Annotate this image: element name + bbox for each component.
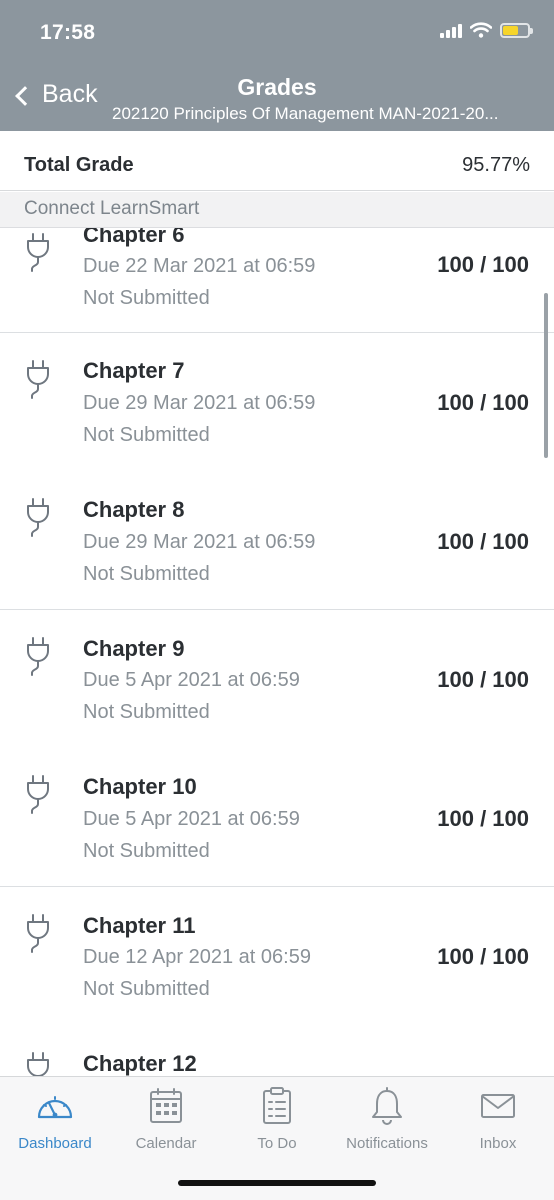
tab-inbox[interactable]: Inbox (443, 1087, 553, 1152)
item-title: Chapter 9 (83, 636, 185, 661)
item-title: Chapter 6 (83, 228, 185, 247)
tab-notifications[interactable]: Notifications (332, 1087, 442, 1152)
list-item[interactable]: Chapter 7 Due 29 Mar 2021 at 06:59 Not S… (0, 333, 554, 472)
wifi-icon (470, 22, 492, 38)
plug-icon (22, 497, 56, 537)
battery-icon (500, 22, 533, 38)
item-score: 100 / 100 (437, 667, 529, 692)
item-score: 100 / 100 (437, 390, 529, 415)
item-title: Chapter 10 (83, 774, 197, 799)
total-grade-value: 95.77% (462, 154, 530, 176)
item-title: Chapter 12 (83, 1051, 197, 1076)
item-score: 100 / 100 (437, 944, 529, 969)
status-icons (440, 22, 533, 38)
tab-dashboard[interactable]: Dashboard (0, 1087, 110, 1152)
plug-icon (22, 774, 56, 814)
item-status: Not Submitted (83, 701, 210, 723)
item-status: Not Submitted (83, 840, 210, 862)
cellular-signal-icon (440, 22, 462, 38)
tab-label: Dashboard (18, 1135, 92, 1152)
item-title: Chapter 11 (83, 913, 196, 938)
list-item[interactable]: Chapter 9 Due 5 Apr 2021 at 06:59 Not Su… (0, 610, 554, 749)
course-subtitle: 202120 Principles Of Management MAN-2021… (112, 104, 499, 123)
total-grade-row: Total Grade 95.77% (0, 131, 554, 191)
section-header: Connect LearnSmart (0, 192, 554, 228)
total-grade-label: Total Grade (24, 154, 134, 176)
list-item[interactable]: Chapter 6 Due 22 Mar 2021 at 06:59 Not S… (0, 228, 554, 333)
envelope-icon (481, 1094, 515, 1118)
tab-label: To Do (257, 1135, 297, 1152)
tab-label: Inbox (479, 1135, 517, 1152)
list-item[interactable]: Chapter 10 Due 5 Apr 2021 at 06:59 Not S… (0, 748, 554, 887)
plug-icon (22, 232, 56, 272)
status-time: 17:58 (40, 21, 96, 44)
tab-label: Calendar (135, 1135, 197, 1152)
item-status: Not Submitted (83, 424, 210, 446)
plug-icon (22, 913, 56, 953)
section-label: Connect LearnSmart (24, 198, 200, 219)
item-due-date: Due 5 Apr 2021 at 06:59 (83, 669, 300, 691)
item-due-date: Due 12 Apr 2021 at 06:59 (83, 946, 311, 968)
app-header: 17:58 Back Grades 202120 Principles Of M… (0, 0, 554, 131)
plug-icon (22, 636, 56, 676)
grades-list[interactable]: Chapter 6 Due 22 Mar 2021 at 06:59 Not S… (0, 228, 554, 1076)
item-due-date: Due 5 Apr 2021 at 06:59 (83, 808, 300, 830)
list-item[interactable]: Chapter 11 Due 12 Apr 2021 at 06:59 Not … (0, 887, 554, 1026)
list-item[interactable]: Chapter 12 (0, 1025, 554, 1076)
tab-todo[interactable]: To Do (222, 1087, 332, 1152)
plug-icon (22, 1051, 56, 1076)
item-title: Chapter 8 (83, 497, 185, 522)
dashboard-gauge-icon (37, 1096, 73, 1119)
scrollbar[interactable] (544, 293, 548, 458)
item-status: Not Submitted (83, 563, 210, 585)
item-title: Chapter 7 (83, 358, 185, 383)
item-score: 100 / 100 (437, 252, 529, 277)
page-title: Grades (237, 74, 317, 100)
item-score: 100 / 100 (437, 529, 529, 554)
home-indicator[interactable] (178, 1180, 376, 1186)
bell-icon (372, 1087, 402, 1125)
clipboard-icon (263, 1087, 291, 1124)
item-score: 100 / 100 (437, 806, 529, 831)
calendar-icon (150, 1088, 182, 1123)
item-status: Not Submitted (83, 978, 210, 1000)
item-due-date: Due 29 Mar 2021 at 06:59 (83, 531, 316, 553)
tab-calendar[interactable]: Calendar (111, 1087, 221, 1152)
list-item[interactable]: Chapter 8 Due 29 Mar 2021 at 06:59 Not S… (0, 471, 554, 610)
tab-label: Notifications (346, 1135, 428, 1152)
item-status: Not Submitted (83, 287, 210, 309)
plug-icon (22, 359, 56, 399)
item-due-date: Due 22 Mar 2021 at 06:59 (83, 255, 316, 277)
item-due-date: Due 29 Mar 2021 at 06:59 (83, 392, 316, 414)
